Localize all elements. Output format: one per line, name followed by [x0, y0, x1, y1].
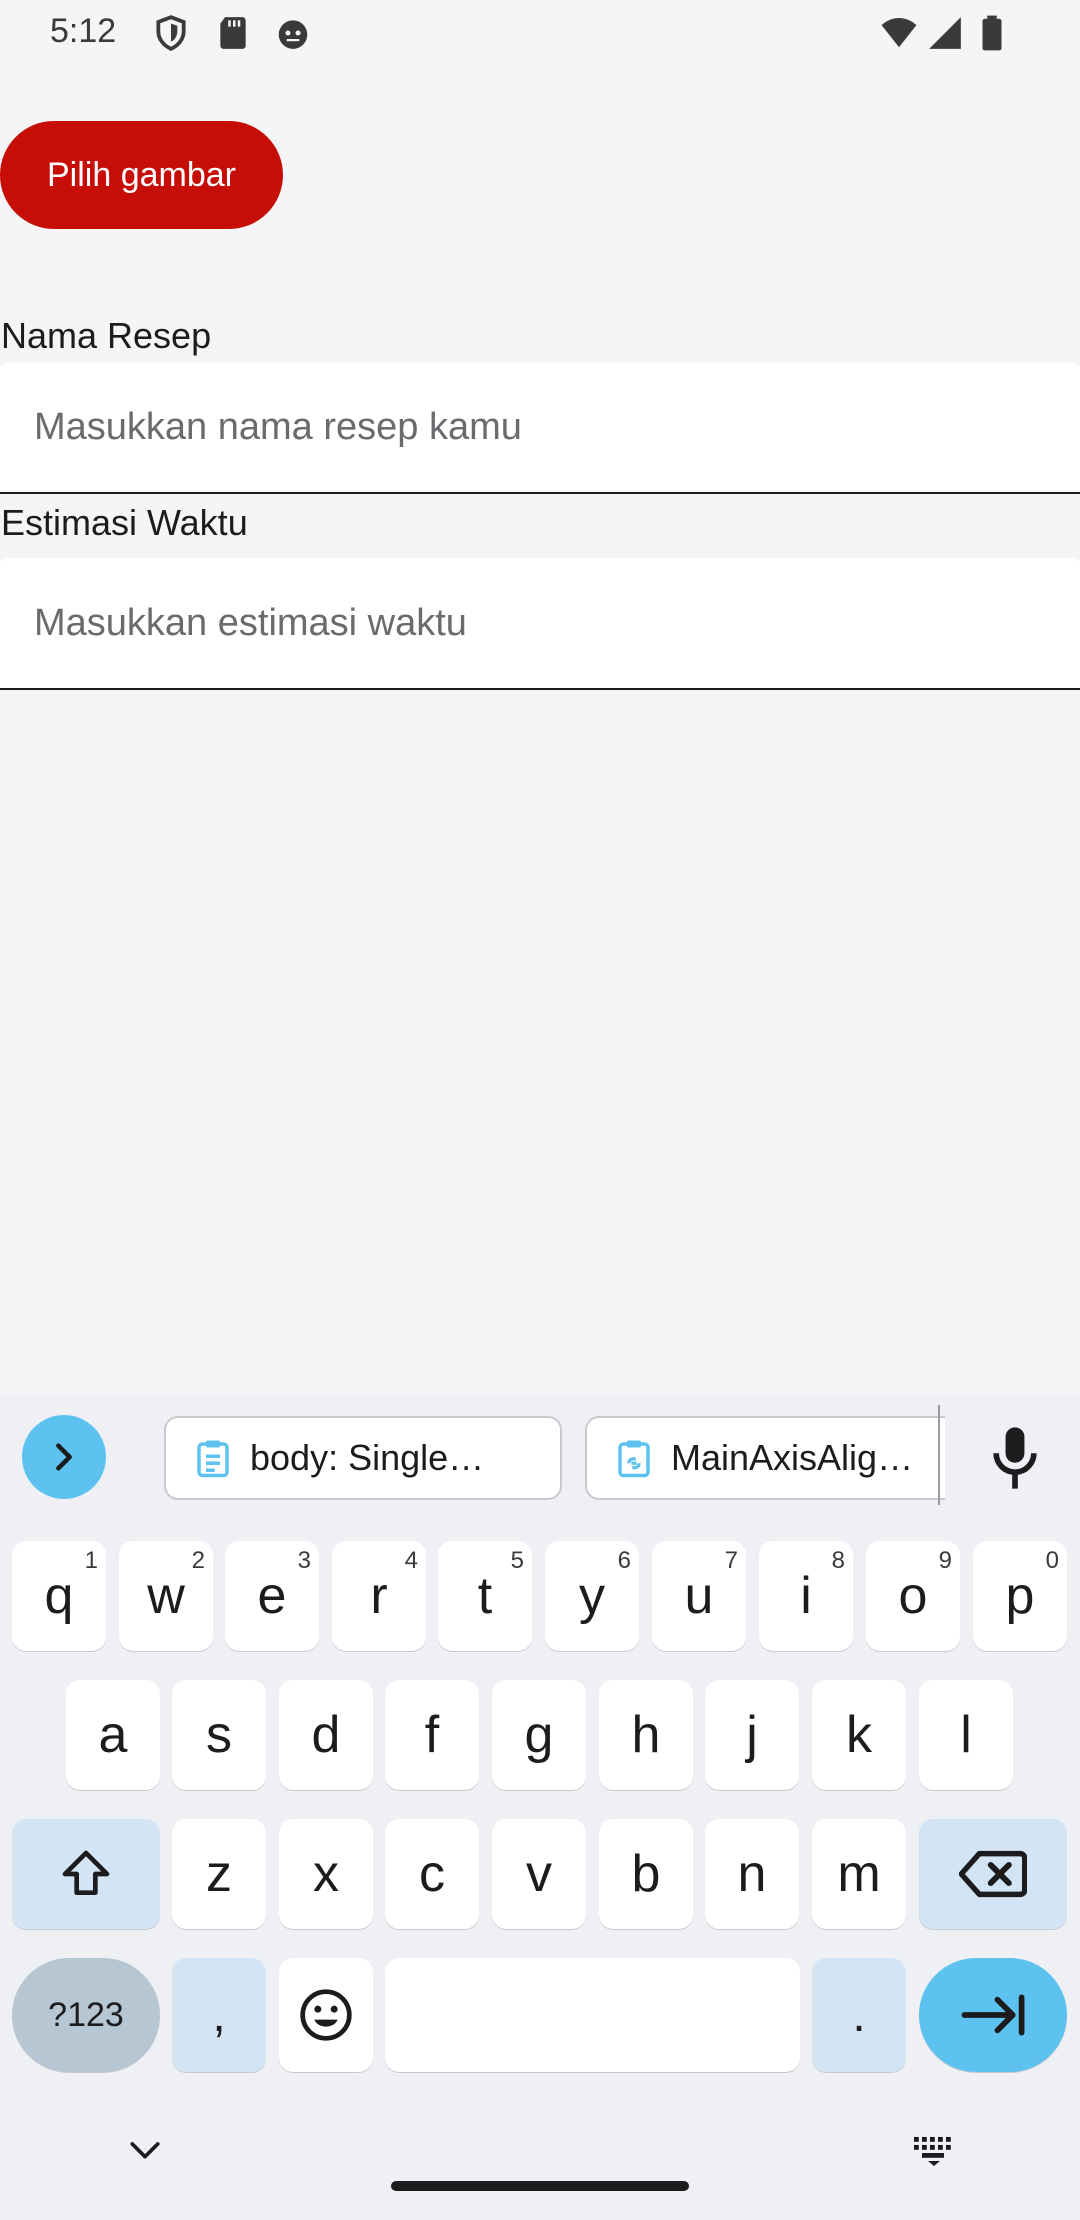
estimated-time-field[interactable]	[0, 558, 1080, 690]
hide-keyboard-icon[interactable]	[128, 2139, 162, 2163]
key-w[interactable]: w2	[119, 1541, 213, 1651]
emoji-icon	[300, 1989, 352, 2041]
clipboard-suggestion-chip[interactable]: body: Single…	[164, 1416, 562, 1500]
key-v[interactable]: v	[492, 1819, 586, 1929]
navigation-bar	[0, 2095, 1080, 2220]
key-a[interactable]: a	[66, 1680, 160, 1790]
wifi-icon	[881, 17, 917, 48]
recipe-name-input[interactable]	[0, 363, 1080, 492]
recipe-name-label: Nama Resep	[1, 315, 212, 356]
key-h[interactable]: h	[599, 1680, 693, 1790]
emoji-key[interactable]	[279, 1958, 373, 2072]
key-g[interactable]: g	[492, 1680, 586, 1790]
backspace-key[interactable]	[919, 1819, 1067, 1929]
shift-icon	[62, 1850, 110, 1895]
suggestion-text: body: Single…	[250, 1437, 485, 1478]
period-key[interactable]: .	[812, 1958, 906, 2072]
keyboard-switch-icon[interactable]	[912, 2135, 956, 2167]
sd-card-icon	[220, 17, 246, 49]
key-t[interactable]: t5	[438, 1541, 532, 1651]
estimated-time-label: Estimasi Waktu	[1, 502, 248, 543]
key-y[interactable]: y6	[545, 1541, 639, 1651]
key-u[interactable]: u7	[652, 1541, 746, 1651]
status-bar: 5:12	[0, 0, 1080, 66]
spacebar[interactable]	[385, 1958, 800, 2072]
clipboard-link-icon	[618, 1440, 650, 1478]
shift-key[interactable]	[12, 1819, 160, 1929]
status-time: 5:12	[50, 12, 117, 50]
recipe-form: Pilih gambar Nama Resep Estimasi Waktu	[0, 66, 1080, 1396]
symbols-key[interactable]: ?123	[12, 1958, 160, 2072]
clipboard-icon	[197, 1440, 229, 1478]
key-b[interactable]: b	[599, 1819, 693, 1929]
key-q[interactable]: q1	[12, 1541, 106, 1651]
key-n[interactable]: n	[705, 1819, 799, 1929]
key-x[interactable]: x	[279, 1819, 373, 1929]
clipboard-link-suggestion-chip[interactable]: MainAxisAlig…	[585, 1416, 945, 1500]
battery-icon	[982, 15, 1002, 51]
key-o[interactable]: o9	[866, 1541, 960, 1651]
suggestion-divider	[938, 1405, 940, 1505]
key-r[interactable]: r4	[332, 1541, 426, 1651]
microphone-icon[interactable]	[990, 1425, 1040, 1491]
comma-key[interactable]: ,	[172, 1958, 266, 2072]
key-z[interactable]: z	[172, 1819, 266, 1929]
android-debug-icon	[278, 20, 308, 49]
chevron-right-icon	[56, 1443, 72, 1471]
home-gesture-pill[interactable]	[391, 2181, 689, 2191]
pick-image-button[interactable]: Pilih gambar	[0, 121, 283, 229]
cell-signal-icon	[929, 17, 961, 49]
key-d[interactable]: d	[279, 1680, 373, 1790]
estimated-time-input[interactable]	[0, 558, 1080, 688]
key-j[interactable]: j	[705, 1680, 799, 1790]
recipe-name-field[interactable]	[0, 363, 1080, 494]
shield-icon	[156, 15, 186, 51]
key-c[interactable]: c	[385, 1819, 479, 1929]
next-key[interactable]	[919, 1958, 1067, 2072]
key-e[interactable]: e3	[225, 1541, 319, 1651]
key-m[interactable]: m	[812, 1819, 906, 1929]
key-i[interactable]: i8	[759, 1541, 853, 1651]
key-f[interactable]: f	[385, 1680, 479, 1790]
key-s[interactable]: s	[172, 1680, 266, 1790]
suggestion-text: MainAxisAlig…	[671, 1437, 914, 1478]
key-p[interactable]: p0	[973, 1541, 1067, 1651]
backspace-icon	[959, 1850, 1027, 1898]
tab-next-icon	[961, 1994, 1025, 2036]
key-l[interactable]: l	[919, 1680, 1013, 1790]
expand-toolbar-button[interactable]	[22, 1415, 106, 1499]
key-k[interactable]: k	[812, 1680, 906, 1790]
